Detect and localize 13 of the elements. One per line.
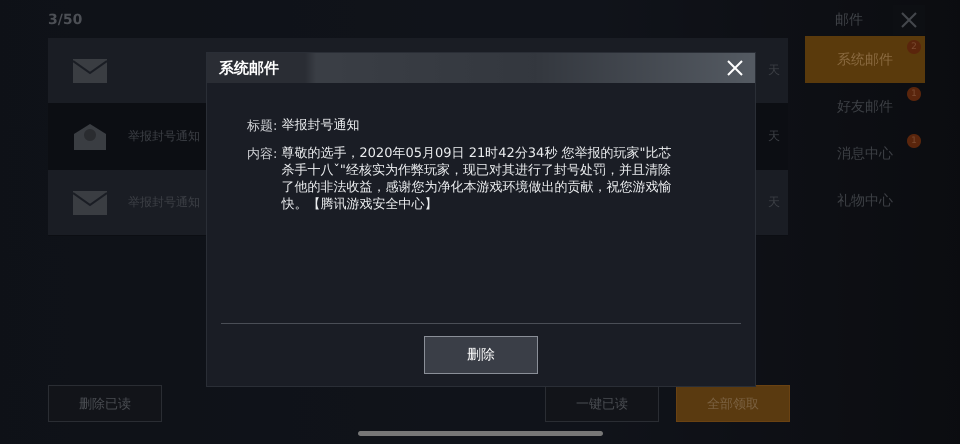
- mail-count: 3/50: [48, 12, 84, 30]
- content-text: 尊敬的选手，2020年05月09日 21时42分34秒 您举报的玩家"比芯杀手十八ˇ"经核实为作弊玩家，现已对其进行了封号处罚，并且清除了他的非法收益，感谢您为净化本游戏环境做出的贡献，祝您游戏愉快。【腾讯游戏安全中心】: [281, 145, 672, 213]
- dialog-title: 系统邮件: [219, 58, 279, 78]
- action-button[interactable]: 一键已读: [545, 385, 659, 422]
- subject-text: 举报封号通知: [281, 117, 360, 135]
- content-label: 内容:: [247, 146, 278, 164]
- envelope-icon: [72, 190, 108, 216]
- action-button[interactable]: 删除已读: [48, 385, 162, 422]
- close-icon: [900, 11, 918, 29]
- envelope-icon: [72, 58, 108, 84]
- subject-label: 标题:: [247, 118, 278, 135]
- close-icon: [726, 59, 744, 77]
- delete-button[interactable]: 删除: [424, 336, 538, 374]
